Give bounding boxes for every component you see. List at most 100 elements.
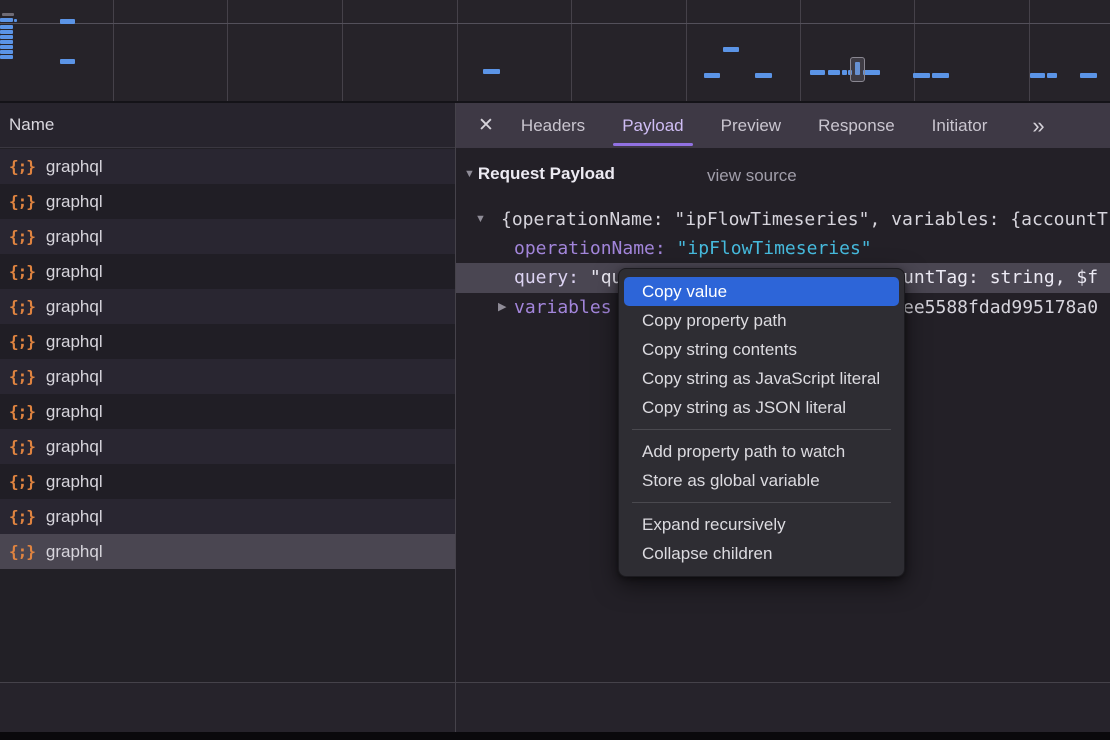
json-braces-icon: {;} [9,262,35,281]
json-braces-icon: {;} [9,437,35,456]
request-timing-bar [60,19,75,24]
property-value: "ipFlowTimeseries" [677,238,872,259]
request-row[interactable]: {;} graphql [0,394,455,429]
request-row[interactable]: {;}graphql [0,534,455,569]
details-tabbar: ✕ Headers Payload Preview Response Initiator… [456,103,1110,148]
request-name-label: graphql [46,507,103,527]
request-timing-bar [828,70,840,75]
request-list-panel: Name {;}graphql{;}graphql{;}graphql{;}gr… [0,103,455,682]
menu-item-collapse-children[interactable]: Collapse children [619,539,904,568]
section-title: Request Payload [478,164,615,184]
request-row[interactable]: {;} graphql [0,149,455,184]
tabs-container: Headers Payload Preview Response Initiator [521,103,1024,148]
menu-item-copy-value[interactable]: Copy value [624,277,899,306]
tab-response[interactable]: Response [818,103,895,148]
json-braces-icon: {;} [9,402,35,421]
timeline-gridline [227,0,228,101]
request-name-label: graphql [46,192,103,212]
request-timing-bar [0,35,13,39]
request-timing-bar [14,19,17,22]
json-braces-icon: {;} [9,542,35,561]
tree-row-operation-name[interactable]: operationName: "ipFlowTimeseries" [456,234,1110,263]
more-tabs-icon[interactable]: » [1032,113,1042,139]
property-key: operationName: [514,238,666,259]
column-header-name[interactable]: Name [0,103,455,148]
close-icon[interactable]: ✕ [478,114,494,137]
request-timing-bar [483,69,500,74]
request-timing-bar [60,59,75,64]
request-name-label: graphql [46,262,103,282]
request-row[interactable]: {;} graphql [0,429,455,464]
menu-item-store-as-global-variable[interactable]: Store as global variable [619,466,904,495]
menu-item-add-property-path-to-watch[interactable]: Add property path to watch [619,437,904,466]
property-value-tail: untTag: string, $f [903,263,1098,292]
json-braces-icon: {;} [9,332,35,351]
request-name-label: graphql [46,332,103,352]
devtools-network-panel: Name {;}graphql{;}graphql{;}graphql{;}gr… [0,0,1110,740]
request-timing-bar [1047,73,1057,78]
json-braces-icon: {;} [9,157,35,176]
request-name-label: graphql [46,472,103,492]
status-bar [0,682,1110,732]
request-row[interactable]: {;}graphql [0,289,455,324]
menu-item-copy-string-as-javascript-literal[interactable]: Copy string as JavaScript literal [619,364,904,393]
request-name-label: graphql [46,402,103,422]
property-key: variables [514,293,612,322]
tab-initiator[interactable]: Initiator [932,103,988,148]
tab-payload[interactable]: Payload [622,103,683,148]
request-timing-bar [913,73,930,78]
json-braces-icon: {;} [9,507,35,526]
request-row[interactable]: {;} graphql [0,324,455,359]
tree-row-root[interactable]: ▼ {operationName: "ipFlowTimeseries", va… [456,205,1110,234]
timeline-gridline [800,0,801,101]
overview-selected-marker [850,57,865,82]
request-name-label: graphql [46,437,103,457]
request-timing-bar [0,55,13,59]
variables-preview-tail: ee5588fdad995178a0 [903,293,1098,322]
request-timing-bar [863,70,880,75]
network-overview-timeline[interactable] [0,0,1110,103]
bottom-edge [0,732,1110,740]
overview-band-divider [0,23,1110,24]
column-header-label: Name [9,115,54,135]
request-row[interactable]: {;} graphql [0,184,455,219]
request-row[interactable]: {;}graphql [0,219,455,254]
request-row[interactable]: {;} graphql [0,499,455,534]
expand-triangle-icon[interactable]: ▶ [498,293,506,322]
timeline-gridline [914,0,915,101]
property-key: query: [514,267,579,288]
timeline-gridline [342,0,343,101]
request-row[interactable]: {;}graphql [0,359,455,394]
json-braces-icon: {;} [9,367,35,386]
request-list-body: {;} graphql {;} graphql {;} graphql {;} graphql… [0,149,455,569]
request-payload-section-header[interactable]: ▼ Request Payload [464,164,615,184]
menu-item-copy-property-path[interactable]: Copy property path [619,306,904,335]
menu-item-copy-string-contents[interactable]: Copy string contents [619,335,904,364]
menu-separator [632,502,891,503]
menu-item-copy-string-as-json-literal[interactable]: Copy string as JSON literal [619,393,904,422]
menu-separator [632,429,891,430]
context-menu: Copy valueCopy property pathCopy string … [618,268,905,577]
menu-item-expand-recursively[interactable]: Expand recursively [619,510,904,539]
view-source-link[interactable]: view source [707,166,797,186]
request-name-label: graphql [46,157,103,177]
request-row[interactable]: {;} graphql [0,464,455,499]
request-timing-bar [932,73,949,78]
request-timing-bar [842,70,847,75]
request-row[interactable]: {;} graphql [0,254,455,289]
json-braces-icon: {;} [9,297,35,316]
request-timing-bar [810,70,825,75]
request-timing-bar [0,25,13,29]
timeline-gridline [457,0,458,101]
collapse-triangle-icon: ▼ [464,168,475,180]
tab-preview[interactable]: Preview [721,103,781,148]
json-braces-icon: {;} [9,192,35,211]
request-timing-bar [0,30,13,34]
panel-divider[interactable] [455,103,456,732]
timeline-gridline [571,0,572,101]
request-timing-bar [0,40,13,44]
tab-headers[interactable]: Headers [521,103,585,148]
json-braces-icon: {;} [9,472,35,491]
request-timing-bar [704,73,720,78]
expand-triangle-icon[interactable]: ▼ [475,205,486,234]
